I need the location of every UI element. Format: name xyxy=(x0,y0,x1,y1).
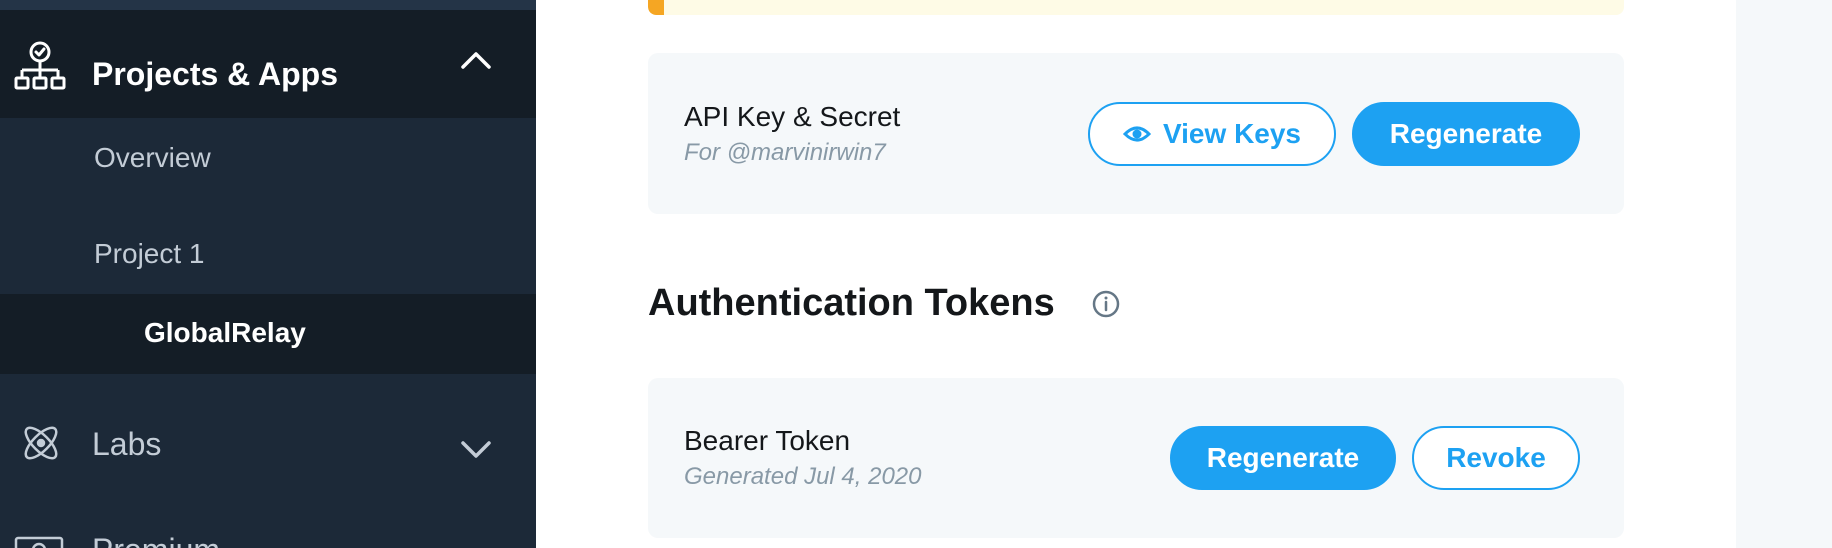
sidebar-item-labs[interactable]: Labs xyxy=(92,424,161,464)
sidebar-item-overview[interactable]: Overview xyxy=(94,141,211,175)
eye-icon xyxy=(1122,124,1151,144)
sidebar: Projects & Apps Overview Project 1 Globa… xyxy=(0,0,536,548)
alert-accent-bar xyxy=(648,0,664,15)
authentication-tokens-heading: Authentication Tokens xyxy=(648,282,1055,324)
sidebar-item-premium[interactable]: Premium xyxy=(92,530,220,548)
right-gutter xyxy=(1736,0,1832,548)
sidebar-item-project-1[interactable]: Project 1 xyxy=(94,237,205,271)
chevron-up-icon[interactable] xyxy=(460,48,492,77)
atom-icon xyxy=(18,420,64,471)
sidebar-item-projects-apps[interactable]: Projects & Apps xyxy=(0,10,536,118)
regenerate-bearer-token-button[interactable]: Regenerate xyxy=(1170,426,1396,490)
api-key-card: API Key & Secret For @marvinirwin7 View … xyxy=(648,53,1624,214)
info-icon[interactable] xyxy=(1092,290,1120,323)
sidebar-previous-item-edge xyxy=(0,0,536,10)
api-key-subtitle: For @marvinirwin7 xyxy=(684,139,886,166)
sidebar-item-globalrelay[interactable]: GlobalRelay xyxy=(0,294,536,374)
alert-banner xyxy=(648,0,1624,15)
view-keys-label: View Keys xyxy=(1162,118,1302,149)
api-key-title: API Key & Secret xyxy=(684,101,901,132)
sidebar-item-globalrelay-label: GlobalRelay xyxy=(144,317,306,348)
bearer-token-card: Bearer Token Generated Jul 4, 2020 Regen… xyxy=(648,378,1624,538)
revoke-button[interactable]: Revoke xyxy=(1412,426,1580,490)
sidebar-item-projects-apps-label: Projects & Apps xyxy=(92,56,338,92)
bearer-token-title: Bearer Token xyxy=(684,425,851,456)
chevron-down-icon[interactable] xyxy=(460,438,492,467)
org-chart-icon xyxy=(14,40,66,97)
regenerate-api-key-button[interactable]: Regenerate xyxy=(1352,102,1580,166)
premium-icon xyxy=(14,536,64,548)
view-keys-button[interactable]: View Keys xyxy=(1088,102,1336,166)
bearer-token-subtitle: Generated Jul 4, 2020 xyxy=(684,463,922,490)
